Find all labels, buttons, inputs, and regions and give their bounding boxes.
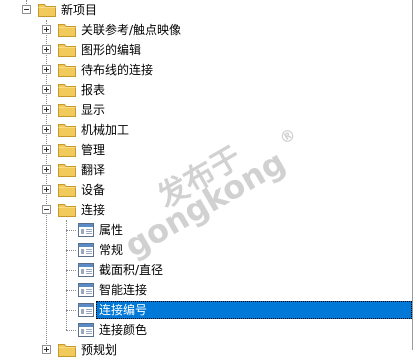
tree-leaf[interactable]: 连接颜色: [0, 320, 412, 340]
tree-label: 属性: [99, 223, 124, 237]
folder-icon: [58, 122, 76, 137]
tree-node[interactable]: 预规划: [0, 340, 412, 360]
tree-label: 关联参考/触点映像: [81, 23, 182, 37]
tree-label: 预规划: [81, 343, 118, 357]
expand-toggle[interactable]: [42, 125, 51, 134]
expand-toggle[interactable]: [42, 65, 51, 74]
tree-node-expanded[interactable]: 连接: [0, 200, 412, 220]
settings-page-icon: [78, 242, 94, 258]
tree-node[interactable]: 机械加工: [0, 120, 412, 140]
settings-page-icon: [78, 302, 94, 318]
tree-node[interactable]: 关联参考/触点映像: [0, 20, 412, 40]
tree-label: 新项目: [61, 3, 98, 17]
expand-toggle[interactable]: [42, 105, 51, 114]
pane-right-border: [412, 0, 413, 350]
tree-label: 截面积/直径: [99, 263, 164, 277]
folder-icon: [38, 2, 56, 17]
tree-node[interactable]: 图形的编辑: [0, 40, 412, 60]
folder-icon: [58, 22, 76, 37]
tree-leaf[interactable]: 常规: [0, 240, 412, 260]
tree-leaf[interactable]: 截面积/直径: [0, 260, 412, 280]
tree-node[interactable]: 管理: [0, 140, 412, 160]
tree-node-root[interactable]: 新项目: [0, 0, 412, 20]
tree-node[interactable]: 报表: [0, 80, 412, 100]
expand-toggle[interactable]: [42, 185, 51, 194]
tree-node[interactable]: 翻译: [0, 160, 412, 180]
tree-leaf[interactable]: 智能连接: [0, 280, 412, 300]
settings-page-icon: [78, 262, 94, 278]
tree-label: 翻译: [81, 163, 106, 177]
tree-label: 智能连接: [99, 283, 148, 297]
tree-label: 连接: [81, 203, 106, 217]
folder-open-icon: [58, 202, 76, 217]
tree-label: 管理: [81, 143, 106, 157]
settings-page-icon: [78, 222, 94, 238]
settings-page-icon: [78, 282, 94, 298]
collapse-toggle[interactable]: [22, 5, 31, 14]
folder-icon: [58, 162, 76, 177]
folder-icon: [58, 142, 76, 157]
tree-label: 机械加工: [81, 123, 130, 137]
tree-label: 连接颜色: [99, 323, 148, 337]
folder-icon: [58, 182, 76, 197]
expand-toggle[interactable]: [42, 165, 51, 174]
tree-node[interactable]: 设备: [0, 180, 412, 200]
tree-label: 显示: [81, 103, 106, 117]
expand-toggle[interactable]: [42, 145, 51, 154]
expand-toggle[interactable]: [42, 85, 51, 94]
folder-icon: [58, 62, 76, 77]
folder-icon: [58, 82, 76, 97]
folder-icon: [58, 102, 76, 117]
tree-label: 报表: [81, 83, 106, 97]
tree-node[interactable]: 显示: [0, 100, 412, 120]
tree-leaf-selected[interactable]: 连接编号: [0, 300, 412, 320]
tree-label: 设备: [81, 183, 106, 197]
expand-toggle[interactable]: [42, 25, 51, 34]
collapse-toggle[interactable]: [42, 205, 51, 214]
tree-label: 常规: [99, 243, 124, 257]
tree-leaf[interactable]: 属性: [0, 220, 412, 240]
tree-label: 待布线的连接: [81, 63, 154, 77]
tree-node[interactable]: 待布线的连接: [0, 60, 412, 80]
tree-label: 图形的编辑: [81, 43, 142, 57]
settings-page-icon: [78, 322, 94, 338]
tree-label: 连接编号: [96, 301, 412, 319]
folder-icon: [58, 42, 76, 57]
expand-toggle[interactable]: [42, 45, 51, 54]
